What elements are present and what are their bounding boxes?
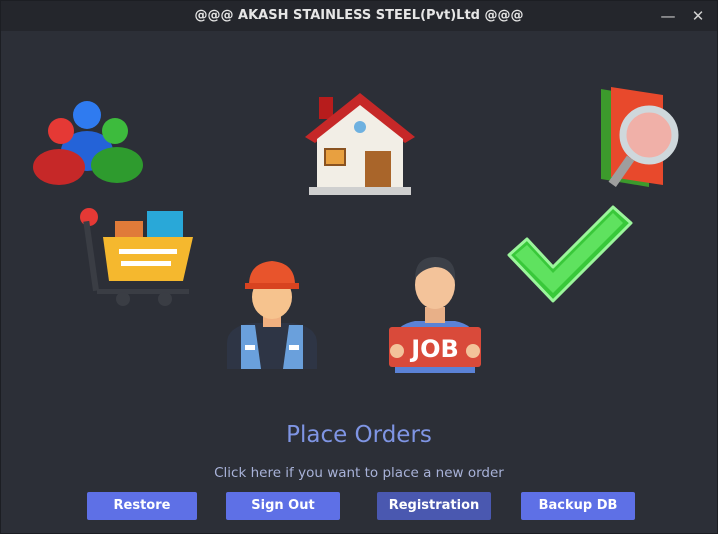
shopping-cart-icon[interactable] [79,207,197,311]
home-icon[interactable] [303,89,417,199]
window-title: @@@ AKASH STAINLESS STEEL(Pvt)Ltd @@@ [194,8,524,23]
search-file-icon[interactable] [597,83,689,193]
users-icon[interactable] [29,89,145,187]
worker-icon[interactable] [223,257,321,369]
job-sign-label: JOB [409,335,459,363]
title-bar: @@@ AKASH STAINLESS STEEL(Pvt)Ltd @@@ — … [1,1,717,31]
close-icon[interactable]: ✕ [687,5,709,27]
backup-db-button[interactable]: Backup DB [521,492,635,520]
minimize-icon[interactable]: — [657,5,679,27]
restore-button[interactable]: Restore [87,492,197,520]
hint-text: Click here if you want to place a new or… [214,465,504,481]
page-heading: Place Orders [286,422,432,448]
checkmark-icon[interactable] [501,201,641,311]
registration-button[interactable]: Registration [377,492,491,520]
main-window: @@@ AKASH STAINLESS STEEL(Pvt)Ltd @@@ — … [0,0,718,534]
job-seeker-icon[interactable]: JOB [387,253,483,373]
sign-out-button[interactable]: Sign Out [226,492,340,520]
